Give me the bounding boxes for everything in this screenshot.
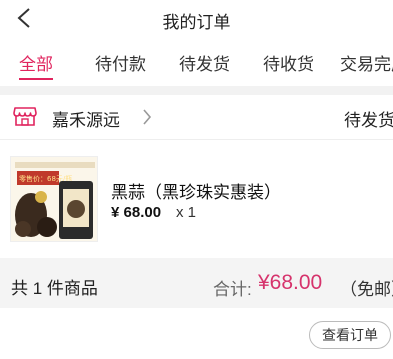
page-title: 我的订单 xyxy=(162,13,231,32)
product-quantity: x 1 xyxy=(176,204,197,221)
view-order-button[interactable]: 查看订单 xyxy=(309,321,391,349)
tab-all[interactable]: 全部 xyxy=(19,50,53,75)
store-icon xyxy=(13,107,37,126)
tab-completed[interactable]: 交易完成 xyxy=(340,50,393,75)
order-status-label: 待发货 xyxy=(344,111,393,130)
store-row[interactable]: 嘉禾源远 待发货 xyxy=(0,95,393,139)
order-summary: 共 1 件商品 合计: ¥68.00 （免邮） xyxy=(0,258,393,308)
active-tab-indicator xyxy=(19,78,53,80)
tab-pending-receipt[interactable]: 待收货 xyxy=(263,50,314,75)
tab-pending-shipment[interactable]: 待发货 xyxy=(179,50,230,75)
order-product-item[interactable]: 零售价：68元/瓶 黑蒜（黑珍珠实惠装） ¥ 68.00 x 1 xyxy=(0,140,393,250)
tab-pending-payment[interactable]: 待付款 xyxy=(95,50,146,75)
chevron-right-icon xyxy=(143,109,152,125)
product-thumbnail[interactable]: 零售价：68元/瓶 xyxy=(10,156,98,242)
store-name[interactable]: 嘉禾源远 xyxy=(52,106,120,131)
product-name[interactable]: 黑蒜（黑珍珠实惠装） xyxy=(111,178,281,203)
total-amount: ¥68.00 xyxy=(258,271,323,294)
product-image: 零售价：68元/瓶 xyxy=(11,157,97,241)
total-label: 合计: xyxy=(213,280,252,299)
item-count: 共 1 件商品 xyxy=(11,279,98,298)
product-price: ¥ 68.00 xyxy=(111,204,162,221)
order-status-tabs: 全部 待付款 待发货 待收货 交易完成 xyxy=(0,36,393,86)
top-navigation-bar: 我的订单 xyxy=(0,0,393,36)
section-divider xyxy=(0,86,393,95)
shipping-note: （免邮） xyxy=(340,280,393,299)
